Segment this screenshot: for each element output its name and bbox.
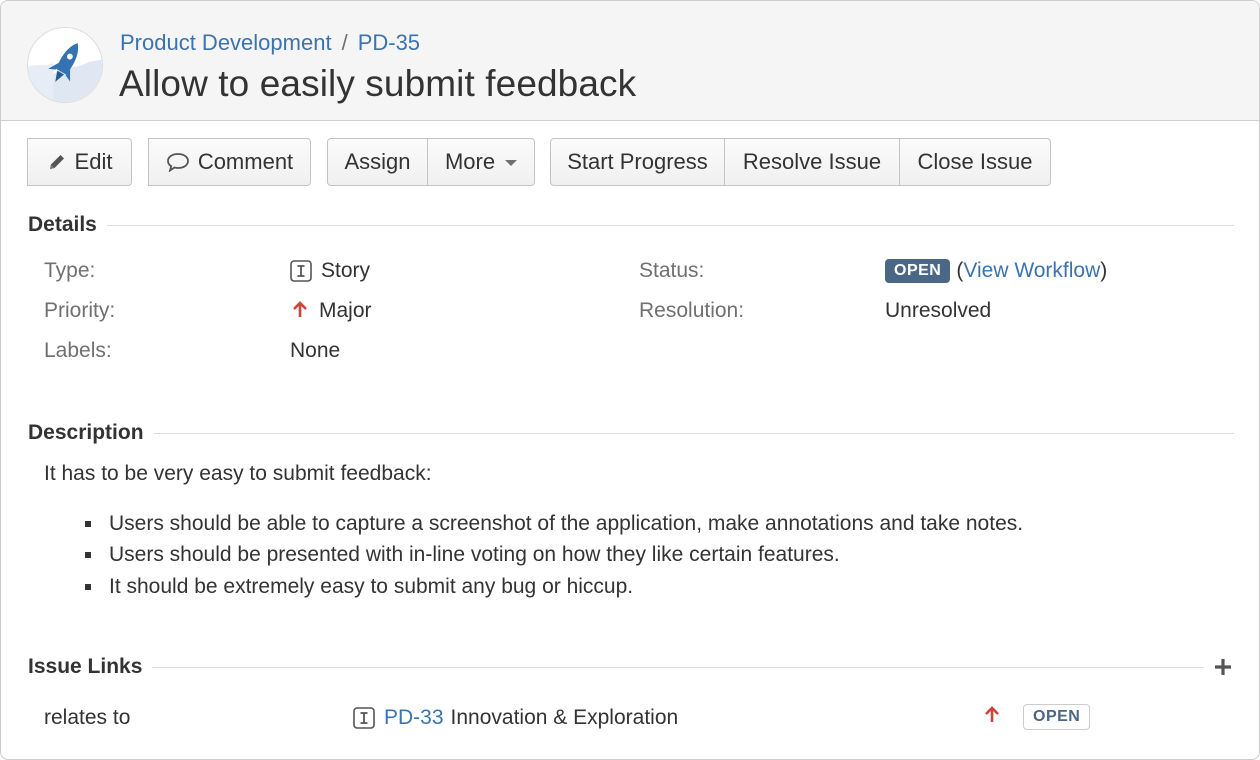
breadcrumb-separator: /	[341, 30, 348, 55]
comment-group: Comment	[148, 138, 311, 186]
type-value-text: Story	[321, 259, 371, 282]
start-progress-button[interactable]: Start Progress	[550, 138, 725, 186]
list-item: It should be extremely easy to submit an…	[83, 571, 1023, 603]
speech-bubble-icon	[166, 152, 190, 172]
start-progress-label: Start Progress	[567, 149, 708, 174]
story-type-icon	[290, 260, 312, 282]
rocket-icon	[28, 28, 102, 102]
type-value: Story	[290, 259, 370, 283]
chevron-down-icon	[505, 160, 518, 166]
assign-button-label: Assign	[344, 149, 411, 174]
breadcrumb-issue-key-link[interactable]: PD-35	[358, 30, 420, 56]
comment-button[interactable]: Comment	[148, 138, 311, 186]
story-type-icon	[353, 707, 375, 729]
workflow-close-paren: )	[1100, 259, 1108, 282]
more-dropdown-button[interactable]: More	[428, 138, 535, 186]
description-bullet-list: Users should be able to capture a screen…	[83, 508, 1023, 603]
breadcrumb: Product Development / PD-35	[120, 30, 420, 56]
status-label: Status:	[639, 259, 705, 282]
issue-view: Product Development / PD-35 Allow to eas…	[0, 0, 1260, 760]
add-link-plus-icon[interactable]	[1213, 657, 1233, 677]
view-workflow-link[interactable]: View Workflow	[963, 259, 1100, 283]
status-badge: OPEN	[885, 259, 951, 283]
pencil-icon	[47, 152, 67, 172]
issue-links-section-heading: Issue Links	[28, 655, 1204, 679]
issue-header: Product Development / PD-35 Allow to eas…	[1, 1, 1259, 121]
close-issue-label: Close Issue	[917, 149, 1033, 174]
linked-issue-status-badge: OPEN	[1023, 704, 1091, 730]
close-issue-button[interactable]: Close Issue	[900, 138, 1051, 186]
labels-label: Labels:	[44, 339, 112, 362]
resolution-value: Unresolved	[885, 299, 992, 322]
details-divider	[106, 224, 1234, 226]
project-avatar[interactable]	[27, 27, 103, 103]
type-label: Type:	[44, 259, 96, 282]
list-item: Users should be able to capture a screen…	[83, 508, 1023, 540]
issue-links-heading: Issue Links	[28, 655, 143, 678]
workflow-open-paren: (	[956, 259, 964, 282]
breadcrumb-project-link[interactable]: Product Development	[120, 30, 332, 56]
resolve-issue-label: Resolve Issue	[742, 149, 882, 174]
workflow-group: Start Progress Resolve Issue Close Issue	[550, 138, 1051, 186]
issue-links-divider	[152, 666, 1204, 668]
linked-issue: PD-33 Innovation & Exploration	[353, 706, 678, 730]
issue-title[interactable]: Allow to easily submit feedback	[119, 63, 636, 105]
resolve-issue-button[interactable]: Resolve Issue	[725, 138, 900, 186]
labels-value: None	[290, 339, 341, 362]
priority-label: Priority:	[44, 299, 116, 322]
linked-issue-summary: Innovation & Exploration	[450, 706, 679, 729]
resolution-label: Resolution:	[639, 299, 745, 322]
comment-button-label: Comment	[197, 149, 294, 174]
link-relation: relates to	[44, 706, 131, 729]
edit-button-label: Edit	[74, 149, 113, 174]
linked-issue-key-link[interactable]: PD-33	[384, 706, 444, 730]
status-value: OPEN ( View Workflow )	[885, 259, 1107, 283]
arrow-up-icon	[982, 705, 1002, 732]
priority-value: Major	[290, 299, 372, 323]
details-heading: Details	[28, 213, 97, 236]
arrow-up-icon	[290, 300, 310, 322]
description-intro: It has to be very easy to submit feedbac…	[44, 462, 432, 485]
edit-group: Edit	[27, 138, 132, 186]
edit-button[interactable]: Edit	[27, 138, 132, 186]
description-section-heading: Description	[28, 421, 1234, 445]
assign-button[interactable]: Assign	[327, 138, 428, 186]
priority-value-text: Major	[319, 299, 372, 322]
assign-more-group: Assign More	[327, 138, 535, 186]
list-item: Users should be presented with in-line v…	[83, 540, 1023, 572]
more-button-label: More	[444, 149, 496, 174]
details-section-heading: Details	[28, 213, 1234, 237]
description-heading: Description	[28, 421, 144, 444]
description-divider	[153, 432, 1234, 434]
